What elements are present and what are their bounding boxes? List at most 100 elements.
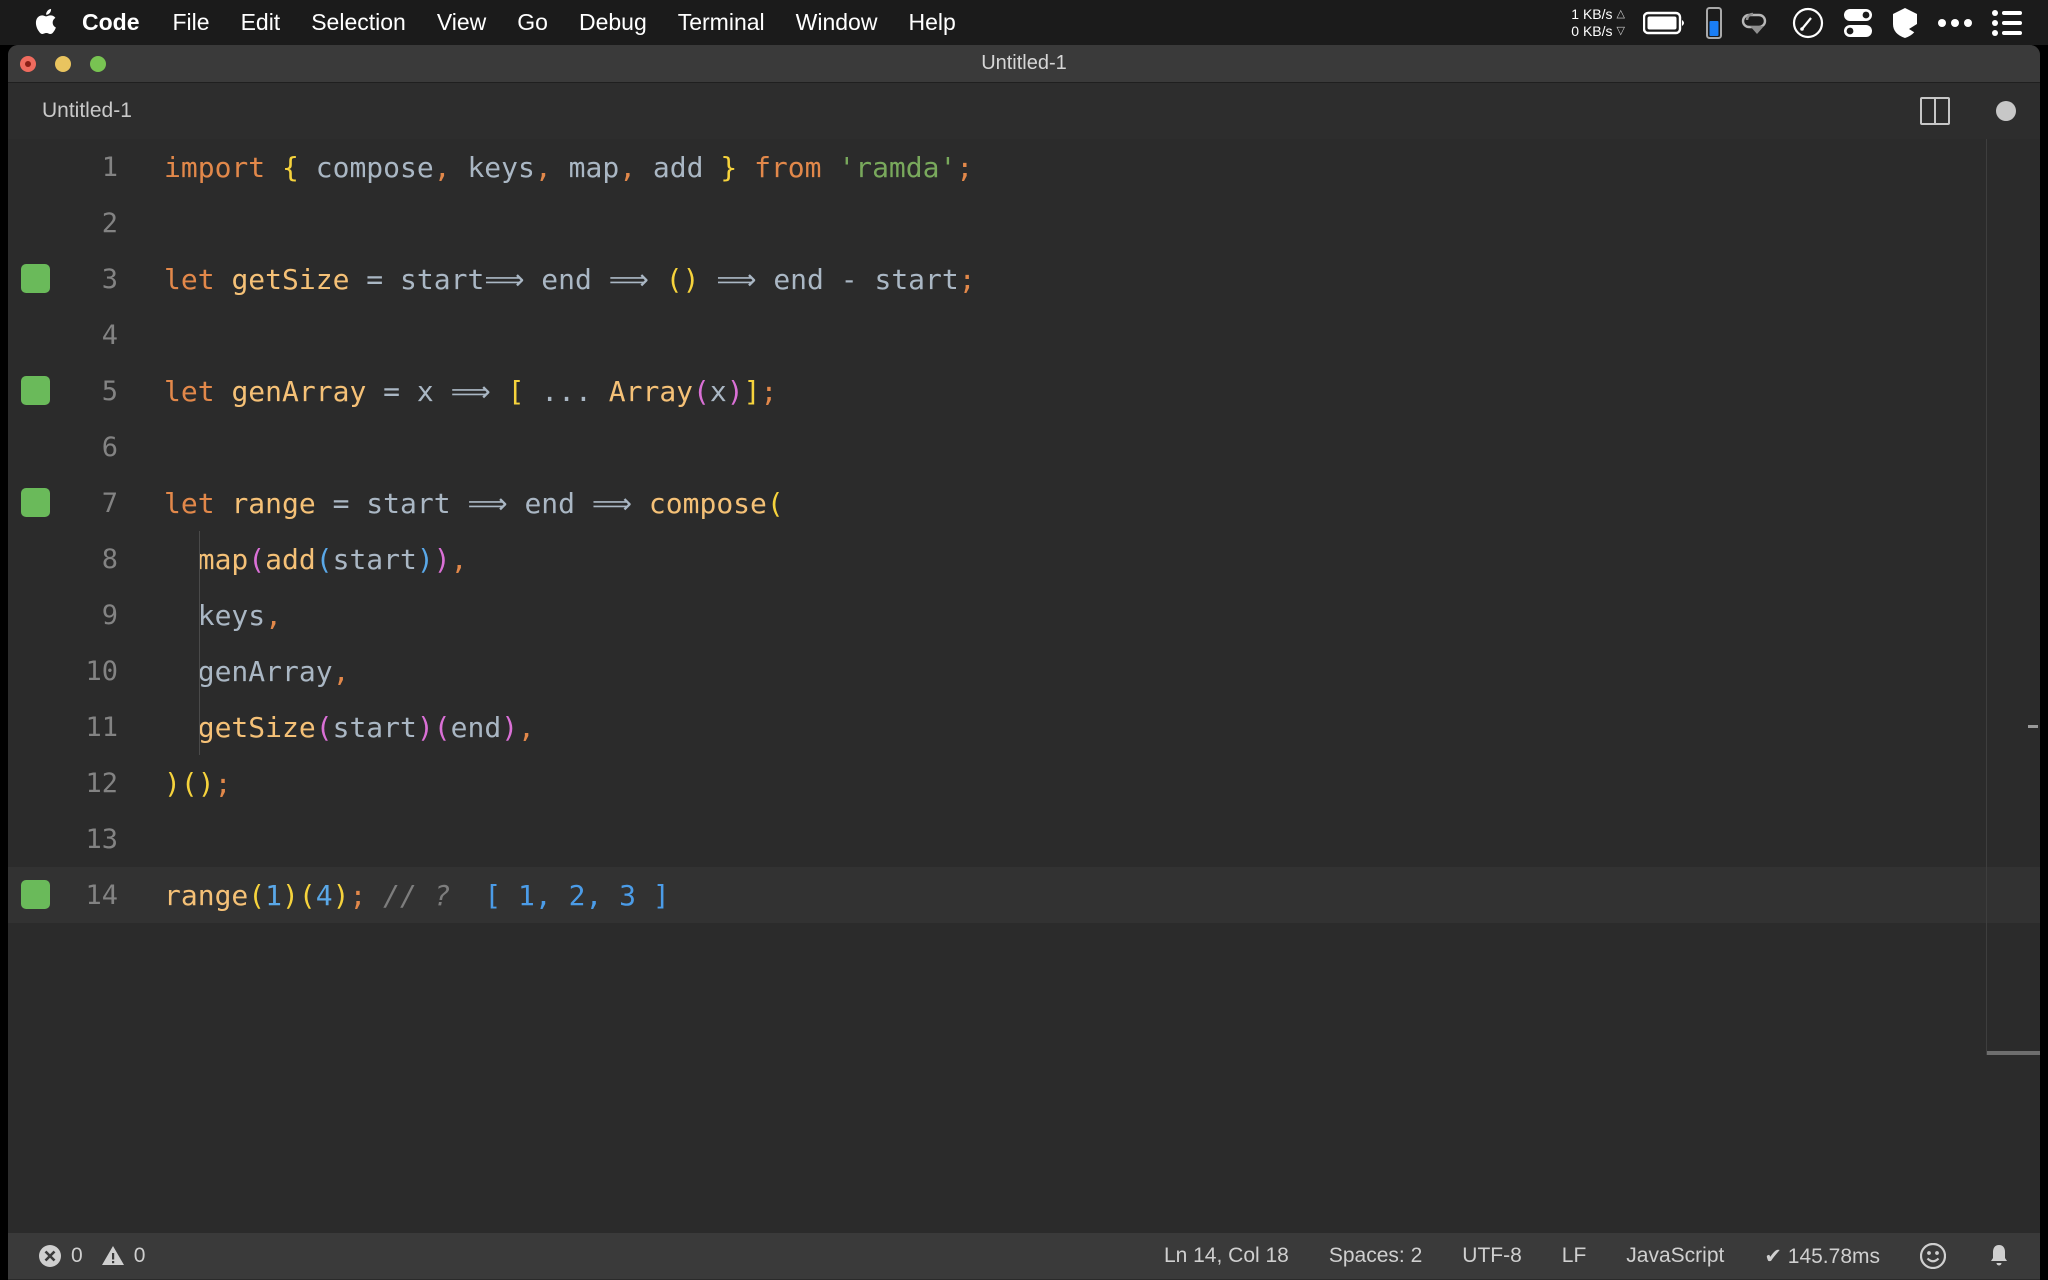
token: ...: [524, 374, 609, 408]
indentation-setting[interactable]: Spaces: 2: [1329, 1244, 1422, 1268]
code-line-5[interactable]: 5 let genArray = x ⟹ [ ... Array(x)];: [8, 363, 2040, 419]
line-number: 1: [101, 151, 118, 183]
status-bar-right: Ln 14, Col 18 Spaces: 2 UTF-8 LF JavaScr…: [1164, 1233, 2012, 1279]
token: start: [332, 710, 417, 744]
error-count-badge[interactable]: 0: [38, 1244, 83, 1268]
code-line-2[interactable]: 2: [8, 195, 2040, 251]
token: ,: [265, 598, 283, 632]
indent-guide: [199, 531, 200, 587]
token: x: [709, 374, 727, 408]
token: ): [282, 878, 299, 912]
code-line-1[interactable]: 1 import { compose, keys, map, add } from…: [8, 139, 2040, 195]
menu-debug[interactable]: Debug: [579, 9, 647, 36]
token: end: [524, 262, 609, 296]
token: (: [248, 542, 266, 576]
cursor-position[interactable]: Ln 14, Col 18: [1164, 1244, 1289, 1268]
tab-untitled-1[interactable]: Untitled-1: [8, 83, 160, 139]
line-number: 2: [101, 207, 118, 239]
control-center-icon[interactable]: [1992, 9, 2022, 36]
language-mode[interactable]: JavaScript: [1626, 1244, 1724, 1268]
token: let: [164, 486, 215, 520]
toggles-icon[interactable]: [1843, 7, 1873, 39]
menu-view[interactable]: View: [437, 9, 486, 36]
code-text: import { compose, keys, map, add } from …: [140, 151, 2040, 184]
upload-arrow-icon: △: [1616, 7, 1625, 20]
token: getSize: [231, 262, 350, 296]
token: Array: [608, 374, 694, 408]
token: ,: [518, 710, 535, 744]
token: keys: [450, 150, 535, 184]
code-line-7[interactable]: 7 let range = start ⟹ end ⟹ compose(: [8, 475, 2040, 531]
token: add: [636, 150, 721, 184]
file-encoding[interactable]: UTF-8: [1462, 1244, 1522, 1268]
line-number: 12: [85, 767, 118, 799]
cloud-sync-icon[interactable]: [1741, 9, 1773, 37]
quokka-runtime[interactable]: ✔ 145.78ms: [1764, 1244, 1880, 1269]
token: ): [416, 542, 434, 576]
token: )(): [164, 766, 215, 800]
code-text: range(1)(4); // ? [ 1, 2, 3 ]: [140, 879, 2040, 912]
code-line-6[interactable]: 6: [8, 419, 2040, 475]
battery-meter-icon[interactable]: [1706, 6, 1722, 39]
token: ]: [743, 374, 761, 408]
shield-icon[interactable]: [1892, 7, 1918, 39]
token: }: [720, 150, 738, 184]
menu-file[interactable]: File: [173, 9, 210, 36]
token: ,: [619, 150, 637, 184]
code-editor[interactable]: 1 import { compose, keys, map, add } from…: [8, 139, 2040, 1232]
code-text: let range = start ⟹ end ⟹ compose(: [140, 487, 2040, 520]
split-editor-icon[interactable]: [1920, 97, 1950, 125]
menu-selection[interactable]: Selection: [311, 9, 406, 36]
code-line-8[interactable]: 8 map(add(start)),: [8, 531, 2040, 587]
menu-window[interactable]: Window: [796, 9, 878, 36]
code-line-14[interactable]: 14 range(1)(4); // ? [ 1, 2, 3 ]: [8, 867, 2040, 923]
code-line-10[interactable]: 10 genArray,: [8, 643, 2040, 699]
more-actions-icon[interactable]: [1996, 101, 2016, 121]
code-line-11[interactable]: 11 getSize(start)(end),: [8, 699, 2040, 755]
line-number: 4: [101, 319, 118, 351]
tab-label: Untitled-1: [42, 99, 132, 122]
menu-help[interactable]: Help: [908, 9, 955, 36]
token: = start: [349, 262, 485, 296]
token: (: [766, 486, 784, 520]
token: (: [315, 710, 333, 744]
code-line-13[interactable]: 13: [8, 811, 2040, 867]
minimap-slider[interactable]: [1986, 139, 2040, 1055]
menu-terminal[interactable]: Terminal: [678, 9, 765, 36]
smiley-icon[interactable]: [1919, 1242, 1947, 1270]
window-titlebar: Untitled-1: [8, 45, 2040, 83]
token: ): [332, 878, 350, 912]
token: range: [164, 878, 249, 912]
token: ,: [534, 150, 552, 184]
code-line-9[interactable]: 9 keys,: [8, 587, 2040, 643]
code-line-4[interactable]: 4: [8, 307, 2040, 363]
token: ): [726, 374, 744, 408]
network-speed-indicator[interactable]: 1 KB/s 0 KB/s △ ▽: [1571, 6, 1625, 40]
token: map: [197, 542, 249, 576]
apple-logo-icon[interactable]: [34, 7, 60, 37]
code-text: let getSize = start⟹ end ⟹ () ⟹ end - st…: [140, 263, 2040, 296]
warning-count: 0: [133, 1244, 146, 1267]
speedometer-icon[interactable]: [1792, 7, 1824, 39]
code-line-12[interactable]: 12)();: [8, 755, 2040, 811]
warning-count-badge[interactable]: 0: [101, 1244, 146, 1268]
end-of-line-setting[interactable]: LF: [1562, 1244, 1587, 1268]
token: ⟹: [591, 486, 633, 520]
token: genArray: [164, 654, 333, 688]
menu-go[interactable]: Go: [517, 9, 548, 36]
token: getSize: [197, 710, 316, 744]
menu-bar-status-tray: 1 KB/s 0 KB/s △ ▽: [1571, 0, 2048, 45]
bell-icon[interactable]: [1986, 1243, 2012, 1269]
coverage-indicator-icon: [21, 264, 50, 293]
battery-icon[interactable]: [1643, 11, 1687, 35]
menu-edit[interactable]: Edit: [241, 9, 281, 36]
menu-code[interactable]: Code: [82, 9, 140, 36]
code-line-3[interactable]: 3 let getSize = start⟹ end ⟹ () ⟹ end - s…: [8, 251, 2040, 307]
ellipsis-icon[interactable]: [1937, 17, 1973, 29]
